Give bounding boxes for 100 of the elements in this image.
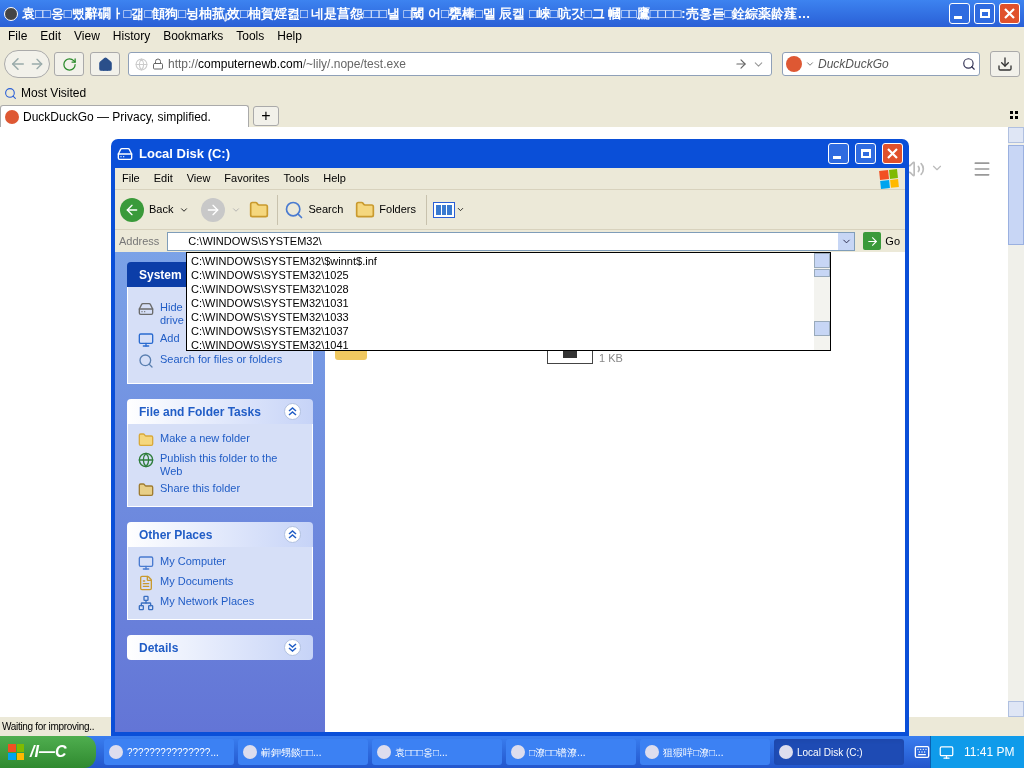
url-text: http://computernewb.com/~lily/.nope/test.exe: [168, 56, 406, 73]
maximize-button[interactable]: [974, 3, 995, 24]
go-button[interactable]: Go: [863, 232, 901, 250]
window-title: Local Disk (C:): [139, 144, 231, 163]
scrollbar[interactable]: [1008, 127, 1024, 717]
menu-item[interactable]: File: [8, 27, 28, 45]
taskbar-button[interactable]: ???????????????...: [104, 739, 234, 765]
windows-logo-icon: [879, 168, 899, 189]
suggestion-item[interactable]: C:\WINDOWS\SYSTEM32\1041: [191, 338, 814, 352]
menu-item[interactable]: Edit: [40, 27, 62, 45]
collapse-icon[interactable]: [284, 403, 301, 420]
windows-logo-icon: [8, 744, 24, 760]
menu-item[interactable]: View: [74, 27, 100, 45]
menu-item[interactable]: Help: [277, 27, 302, 45]
search-icon: [4, 86, 17, 100]
network-icon: [138, 595, 154, 611]
panel-header[interactable]: File and Folder Tasks: [127, 399, 313, 424]
search-icon: [138, 353, 154, 369]
app-icon: [511, 745, 525, 759]
minimize-button[interactable]: [828, 143, 849, 164]
network-icon[interactable]: [939, 744, 954, 760]
minimize-button[interactable]: [949, 3, 970, 24]
taskbar-button[interactable]: 嶄鉀甥餤□□...: [238, 739, 368, 765]
taskbar-button[interactable]: 狙猳哶□潦□...: [640, 739, 770, 765]
menu-item[interactable]: Favorites: [224, 170, 270, 187]
keyboard-icon[interactable]: [914, 744, 930, 760]
maximize-icon: [860, 149, 871, 158]
grip-icon: [1010, 111, 1018, 119]
url-field[interactable]: http://computernewb.com/~lily/.nope/test.exe: [128, 52, 772, 76]
dropdown-icon[interactable]: [805, 59, 815, 69]
search-icon: [284, 199, 305, 220]
duck-logo-icon: [786, 56, 802, 72]
window-title: 袁□□옹□뻤辭礀ㅏ□갦□顀狗□뉭柚菰ⱼ效□柚賀婬켪□ 네是菖怨□□□낼 □閾 어□甕棒□멜 辰켈 □崍□吭갓□그 幗□□鷹□□□□:売홍듣□銓綜薬龄薤…: [22, 4, 812, 24]
address-text: C:\WINDOWS\SYSTEM32\: [188, 233, 323, 249]
app-icon: [377, 745, 391, 759]
drive-icon: [138, 301, 154, 317]
task-link[interactable]: Make a new folder: [160, 432, 250, 445]
panel-header[interactable]: Other Places: [127, 522, 313, 547]
close-button[interactable]: [999, 3, 1020, 24]
menu-item[interactable]: Edit: [153, 170, 173, 187]
task-link[interactable]: Search for files or folders: [160, 353, 283, 366]
address-field[interactable]: C:\WINDOWS\SYSTEM32\: [167, 231, 856, 251]
taskbar-button[interactable]: Local Disk (C:): [774, 739, 904, 765]
back-icon: [120, 197, 144, 222]
task-link[interactable]: My Documents: [160, 575, 234, 588]
menu-item[interactable]: Tools: [283, 170, 310, 187]
new-tab-button[interactable]: +: [253, 106, 279, 126]
home-icon: [97, 56, 113, 72]
folders-button[interactable]: Folders: [355, 199, 416, 220]
app-icon: [645, 745, 659, 759]
status-text: Waiting for improving..: [2, 720, 95, 734]
task-link[interactable]: Publish this folder to the Web: [160, 452, 278, 478]
task-link[interactable]: Add: [160, 332, 180, 345]
folder-icon: [138, 482, 154, 498]
menu-item[interactable]: Help: [323, 170, 346, 187]
collapse-icon[interactable]: [284, 526, 301, 543]
globe-icon: [138, 452, 154, 468]
minimize-icon: [954, 16, 962, 19]
folder-icon: [138, 432, 154, 448]
menu-item[interactable]: File: [122, 170, 140, 187]
menu-item[interactable]: Bookmarks: [163, 27, 224, 45]
go-arrow-icon[interactable]: [734, 57, 748, 71]
reload-button[interactable]: [54, 52, 84, 76]
lock-icon: [152, 58, 164, 70]
close-icon: [1004, 8, 1015, 19]
browser-tab[interactable]: DuckDuckGo — Privacy, simplified.: [0, 105, 249, 127]
download-button[interactable]: [990, 51, 1020, 77]
suggestion-item[interactable]: C:\WINDOWS\SYSTEM32\1037: [191, 324, 814, 338]
menu-item[interactable]: History: [112, 27, 151, 45]
suggestion-item[interactable]: C:\WINDOWS\SYSTEM32\1031: [191, 296, 814, 310]
computer-icon: [138, 332, 154, 348]
task-link[interactable]: Share this folder: [160, 482, 241, 495]
menu-item[interactable]: View: [186, 170, 211, 187]
app-icon: [779, 745, 793, 759]
panel-header[interactable]: Details: [127, 635, 313, 660]
close-button[interactable]: [882, 143, 903, 164]
expand-icon[interactable]: [284, 639, 301, 656]
back-button[interactable]: Back: [120, 197, 174, 222]
suggestion-item[interactable]: C:\WINDOWS\SYSTEM32\1033: [191, 310, 814, 324]
taskbar-button[interactable]: □潦□□镨潦...: [506, 739, 636, 765]
computer-icon: [138, 555, 154, 571]
bookmark-item[interactable]: Most Visited: [4, 84, 87, 102]
download-icon: [997, 56, 1013, 72]
search-icon[interactable]: [962, 57, 976, 71]
close-icon: [887, 148, 898, 159]
task-link[interactable]: My Network Places: [160, 595, 255, 608]
views-button[interactable]: [433, 201, 465, 218]
menu-item[interactable]: Tools: [236, 27, 265, 45]
home-button[interactable]: [90, 52, 120, 76]
search-field[interactable]: DuckDuckGo: [782, 52, 980, 76]
maximize-button[interactable]: [855, 143, 876, 164]
address-label: Address: [119, 233, 160, 249]
caret-icon: [456, 205, 465, 214]
taskbar-button[interactable]: 袁□□□옹□...: [372, 739, 502, 765]
back-icon: [9, 55, 27, 73]
scrollbar[interactable]: [814, 253, 830, 350]
task-link[interactable]: My Computer: [160, 555, 227, 568]
app-icon: [243, 745, 257, 759]
search-button[interactable]: Search: [284, 199, 344, 220]
task-link[interactable]: Hide drive: [160, 301, 184, 327]
